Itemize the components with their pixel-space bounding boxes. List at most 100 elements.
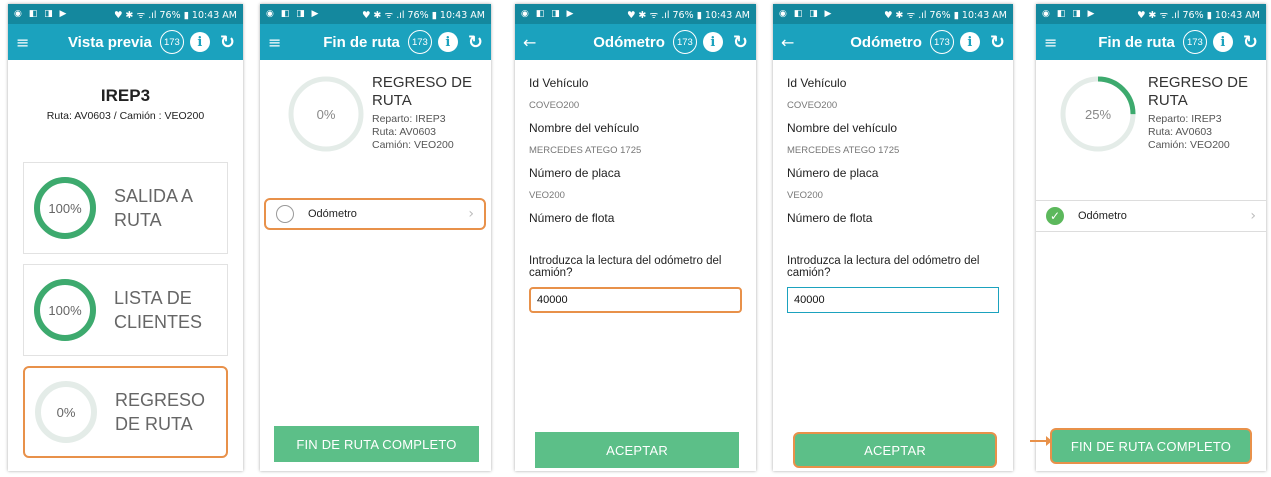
odometer-input[interactable] <box>529 287 742 313</box>
status-icons: ◉ ◧ ◨ ▶ <box>266 9 321 19</box>
status-bar: ◉ ◧ ◨ ▶ ♥ ✱ ᯤ .ıl 76% ▮ 10:43 AM <box>8 4 243 24</box>
return-info: REGRESO DE RUTA Reparto: IREP3 Ruta: AV06… <box>1148 74 1248 152</box>
progress-ring: 100% <box>32 175 98 241</box>
info-icon[interactable]: i <box>189 32 210 52</box>
reparto-text: Reparto: IREP3 <box>372 113 446 125</box>
check-icon: ✓ <box>1046 207 1064 225</box>
count-badge[interactable]: 173 <box>407 30 432 54</box>
progress-ring: 25% <box>1058 74 1138 154</box>
count-badge[interactable]: 173 <box>929 30 954 54</box>
count-badge[interactable]: 173 <box>159 30 184 54</box>
odometer-question: Introduzca la lectura del odómetro del c… <box>529 255 722 279</box>
return-info: REGRESO DE RUTA Reparto: IREP3 Ruta: AV06… <box>372 74 472 152</box>
progress-percent: 0% <box>56 404 76 420</box>
info-icon[interactable]: i <box>437 32 458 52</box>
refresh-icon[interactable]: ↻ <box>220 32 235 53</box>
stage-card-salida[interactable]: 100% SALIDA A RUTA <box>23 162 228 254</box>
odometer-input[interactable] <box>787 287 999 313</box>
back-arrow-icon[interactable]: ← <box>781 33 803 52</box>
finish-route-button[interactable]: FIN DE RUTA COMPLETO <box>1050 428 1252 464</box>
status-icons: ◉ ◧ ◨ ▶ <box>521 9 576 19</box>
plate-label: Número de placa <box>529 166 621 180</box>
vehicle-name-value: MERCEDES ATEGO 1725 <box>787 145 900 156</box>
stage-label: REGRESO DE RUTA <box>115 390 206 434</box>
status-bar: ◉ ◧ ◨ ▶ ♥ ✱ ᯤ .ıl 76% ▮ 10:43 AM <box>515 4 756 24</box>
accept-button[interactable]: ACEPTAR <box>793 432 997 468</box>
vehicle-name-value: MERCEDES ATEGO 1725 <box>529 145 642 156</box>
progress-percent: 0% <box>316 106 336 122</box>
menu-icon[interactable]: ≡ <box>268 33 290 52</box>
odometer-item[interactable]: ✓ Odómetro › <box>1036 200 1266 232</box>
app-bar: ≡ Vista previa 173 i ↻ <box>8 24 243 60</box>
progress-percent: 100% <box>48 200 82 216</box>
return-title: REGRESO DE RUTA <box>1148 74 1249 109</box>
progress-ring: 0% <box>33 379 99 445</box>
refresh-icon[interactable]: ↻ <box>468 32 483 53</box>
vehicle-name-label: Nombre del vehículo <box>787 121 898 135</box>
progress-percent: 100% <box>48 302 82 318</box>
odometer-form: Id Vehículo COVEO200 Nombre del vehículo… <box>773 60 1013 313</box>
status-right: ♥ ✱ ᯤ .ıl 76% ▮ 10:43 AM <box>1136 9 1260 21</box>
unchecked-circle-icon <box>276 205 294 223</box>
count-badge[interactable]: 173 <box>672 30 697 54</box>
info-icon[interactable]: i <box>959 32 980 52</box>
reparto-text: Reparto: IREP3 <box>1148 113 1222 125</box>
pointer-arrow-icon <box>1030 436 1052 446</box>
plate-value: VEO200 <box>787 190 823 201</box>
refresh-icon[interactable]: ↻ <box>733 32 748 53</box>
stage-card-clientes[interactable]: 100% LISTA DE CLIENTES <box>23 264 228 356</box>
app-bar: ← Odómetro 173 i ↻ <box>515 24 756 60</box>
return-title: REGRESO DE RUTA <box>372 74 473 109</box>
stage-card-regreso[interactable]: 0% REGRESO DE RUTA <box>23 366 228 458</box>
page-title: Vista previa <box>67 33 152 51</box>
odometer-form: Id Vehículo COVEO200 Nombre del vehículo… <box>515 60 756 313</box>
back-arrow-icon[interactable]: ← <box>523 33 545 52</box>
status-right: ♥ ✱ ᯤ .ıl 76% ▮ 10:43 AM <box>113 9 237 21</box>
stage-label: LISTA DE CLIENTES <box>114 288 203 332</box>
fleet-label: Número de flota <box>787 211 873 225</box>
odometer-label: Odómetro <box>308 208 357 220</box>
route-subtitle: Ruta: AV0603 / Camión : VEO200 <box>46 110 205 122</box>
vehicle-id-value: COVEO200 <box>787 100 838 111</box>
refresh-icon[interactable]: ↻ <box>1243 32 1258 53</box>
screen-fin-de-ruta: ◉ ◧ ◨ ▶ ♥ ✱ ᯤ .ıl 76% ▮ 10:43 AM ≡ Fin d… <box>260 4 491 471</box>
camion-text: Camión: VEO200 <box>1148 139 1230 151</box>
return-summary: 0% REGRESO DE RUTA Reparto: IREP3 Ruta: A… <box>260 60 491 172</box>
app-bar: ≡ Fin de ruta 173 i ↻ <box>1036 24 1266 60</box>
progress-percent: 25% <box>1084 106 1112 122</box>
count-badge[interactable]: 173 <box>1182 30 1207 54</box>
status-bar: ◉ ◧ ◨ ▶ ♥ ✱ ᯤ .ıl 76% ▮ 10:43 AM <box>773 4 1013 24</box>
odometer-item[interactable]: Odómetro › <box>264 198 486 230</box>
route-name: IREP3 <box>100 86 151 105</box>
route-header: IREP3 Ruta: AV0603 / Camión : VEO200 <box>8 60 243 122</box>
screen-fin-de-ruta-completo: ◉ ◧ ◨ ▶ ♥ ✱ ᯤ .ıl 76% ▮ 10:43 AM ≡ Fin d… <box>1036 4 1266 471</box>
vehicle-id-label: Id Vehículo <box>787 76 847 90</box>
status-right: ♥ ✱ ᯤ .ıl 76% ▮ 10:43 AM <box>626 9 750 21</box>
menu-icon[interactable]: ≡ <box>1044 33 1066 52</box>
odometer-label: Odómetro <box>1078 210 1127 222</box>
refresh-icon[interactable]: ↻ <box>990 32 1005 53</box>
plate-value: VEO200 <box>529 190 565 201</box>
page-title: Odómetro <box>593 33 665 51</box>
status-icons: ◉ ◧ ◨ ▶ <box>1042 9 1097 19</box>
stage-label: SALIDA A RUTA <box>114 186 194 230</box>
app-bar: ≡ Fin de ruta 173 i ↻ <box>260 24 491 60</box>
accept-button[interactable]: ACEPTAR <box>535 432 739 468</box>
status-bar: ◉ ◧ ◨ ▶ ♥ ✱ ᯤ .ıl 76% ▮ 10:43 AM <box>1036 4 1266 24</box>
status-icons: ◉ ◧ ◨ ▶ <box>14 9 69 19</box>
info-icon[interactable]: i <box>702 32 723 52</box>
page-title: Odómetro <box>850 33 922 51</box>
screen-odometro-1: ◉ ◧ ◨ ▶ ♥ ✱ ᯤ .ıl 76% ▮ 10:43 AM ← Odóme… <box>515 4 756 471</box>
page-title: Fin de ruta <box>1098 33 1175 51</box>
menu-icon[interactable]: ≡ <box>16 33 38 52</box>
vehicle-id-label: Id Vehículo <box>529 76 589 90</box>
status-icons: ◉ ◧ ◨ ▶ <box>779 9 834 19</box>
odometer-question: Introduzca la lectura del odómetro del c… <box>787 255 980 279</box>
fleet-label: Número de flota <box>529 211 615 225</box>
info-icon[interactable]: i <box>1212 32 1233 52</box>
screen-odometro-2: ◉ ◧ ◨ ▶ ♥ ✱ ᯤ .ıl 76% ▮ 10:43 AM ← Odóme… <box>773 4 1013 471</box>
vehicle-id-value: COVEO200 <box>529 100 580 111</box>
plate-label: Número de placa <box>787 166 879 180</box>
finish-route-button[interactable]: FIN DE RUTA COMPLETO <box>274 426 479 462</box>
ruta-text: Ruta: AV0603 <box>1148 126 1213 138</box>
